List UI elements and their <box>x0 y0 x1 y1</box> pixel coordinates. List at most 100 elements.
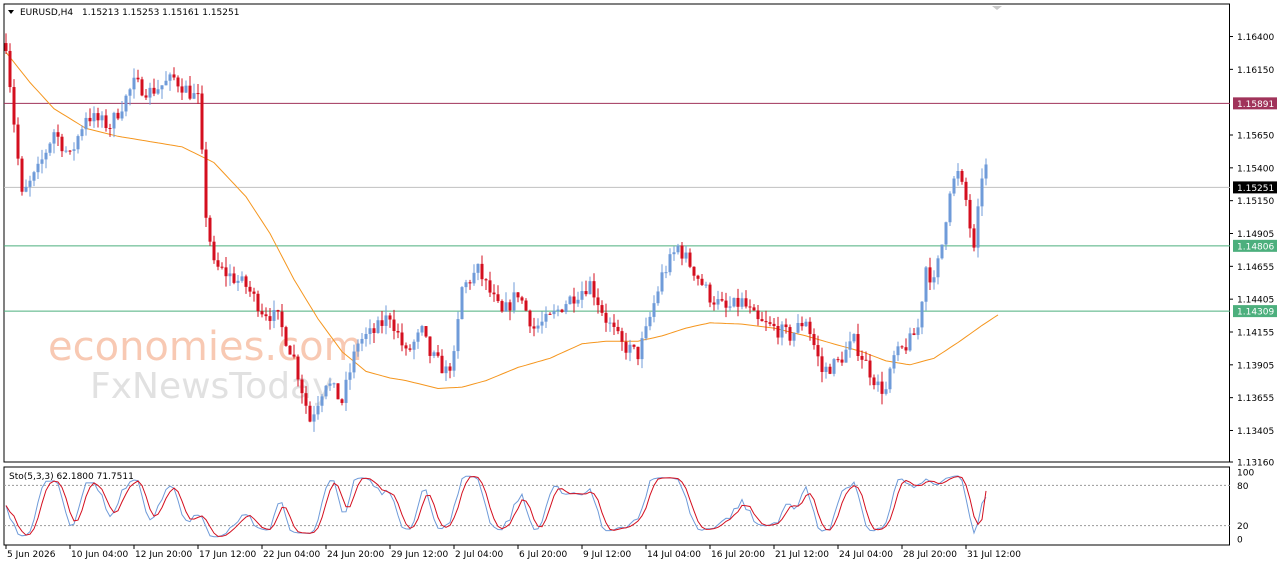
candle-body <box>628 344 632 353</box>
candle-body <box>528 310 532 327</box>
candle-body <box>588 281 592 295</box>
stoch-tick-label: 80 <box>1237 482 1249 492</box>
candle-body <box>336 383 340 400</box>
candle-body <box>860 356 864 360</box>
candle-body <box>624 341 628 353</box>
candle-body <box>368 328 372 334</box>
candle-body <box>72 149 76 151</box>
candle-body <box>204 149 208 218</box>
candle-body <box>684 252 688 259</box>
candle-body <box>256 293 260 312</box>
candle-body <box>92 113 96 122</box>
candle-body <box>64 150 68 152</box>
candle-body <box>552 311 556 315</box>
candle-body <box>632 344 636 347</box>
candle-body <box>120 111 124 119</box>
candle-body <box>112 112 116 129</box>
candle-body <box>644 326 648 339</box>
candle-body <box>640 338 644 360</box>
candle-body <box>720 299 724 301</box>
candle-body <box>840 359 844 363</box>
candle-body <box>248 286 252 292</box>
candle-body <box>656 291 660 304</box>
x-tick-label: 5 Jun 2026 <box>7 550 56 560</box>
candle-body <box>100 115 104 121</box>
candle-body <box>76 136 80 150</box>
candle-body <box>976 206 980 248</box>
candle-body <box>900 346 904 348</box>
candle-body <box>752 307 756 311</box>
candle-body <box>240 276 244 281</box>
candle-body <box>836 359 840 361</box>
candle-body <box>360 338 364 344</box>
candle-body <box>104 115 108 128</box>
candle-body <box>464 282 468 288</box>
x-tick-label: 12 Jun 20:00 <box>135 550 192 560</box>
candle-body <box>568 296 572 305</box>
candle-body <box>508 302 512 311</box>
candle-body <box>472 272 476 284</box>
candle-body <box>972 228 976 248</box>
candle-body <box>412 341 416 350</box>
candle-body <box>308 405 312 422</box>
candle-body <box>224 267 228 277</box>
y-tick-label: 1.14155 <box>1237 328 1274 338</box>
candle-body <box>60 136 64 152</box>
candle-body <box>132 77 136 90</box>
candle-body <box>212 241 216 261</box>
candle-body <box>576 299 580 304</box>
candle-body <box>52 132 56 144</box>
candle-body <box>808 321 812 335</box>
candle-body <box>452 351 456 371</box>
candle-body <box>676 245 680 253</box>
candle-body <box>608 322 612 324</box>
candle-body <box>868 360 872 378</box>
candle-body <box>716 299 720 305</box>
candle-body <box>696 275 700 279</box>
candle-body <box>544 313 548 322</box>
candle-body <box>660 272 664 292</box>
candle-body <box>800 322 804 327</box>
candle-body <box>300 379 304 394</box>
candle-body <box>440 355 444 374</box>
candle-body <box>68 150 72 152</box>
candle-body <box>768 322 772 324</box>
candle-body <box>708 284 712 303</box>
stochastic-pane[interactable] <box>3 466 1230 546</box>
candle-body <box>560 309 564 313</box>
candle-body <box>312 414 316 422</box>
candle-body <box>220 266 224 268</box>
ohlc-readout: 1.15213 1.15253 1.15161 1.15251 <box>82 8 239 18</box>
candle-body <box>924 267 928 302</box>
candle-body <box>404 345 408 349</box>
candle-body <box>168 74 172 81</box>
y-tick-label: 1.16400 <box>1237 33 1274 43</box>
candle-body <box>592 281 596 298</box>
candle-body <box>260 311 264 315</box>
candle-body <box>180 86 184 93</box>
candle-body <box>208 217 212 242</box>
candle-body <box>948 193 952 223</box>
candle-body <box>392 319 396 332</box>
candle-body <box>500 301 504 312</box>
candle-body <box>304 393 308 406</box>
candle-body <box>612 322 616 327</box>
candle-body <box>920 301 924 328</box>
y-tick-label: 1.13905 <box>1237 361 1274 371</box>
y-tick-label: 1.13160 <box>1237 459 1274 469</box>
candle-body <box>316 405 320 415</box>
candle-body <box>852 334 856 342</box>
candle-body <box>600 305 604 313</box>
x-tick-label: 31 Jul 12:00 <box>967 550 1021 560</box>
candle-body <box>872 377 876 386</box>
candle-body <box>80 129 84 137</box>
candle-body <box>236 280 240 283</box>
candle-body <box>740 298 744 307</box>
candle-body <box>284 327 288 346</box>
candle-body <box>532 326 536 329</box>
candle-body <box>504 302 508 312</box>
candle-body <box>892 355 896 369</box>
candle-body <box>124 95 128 112</box>
candle-body <box>832 359 836 374</box>
candle-body <box>648 316 652 327</box>
